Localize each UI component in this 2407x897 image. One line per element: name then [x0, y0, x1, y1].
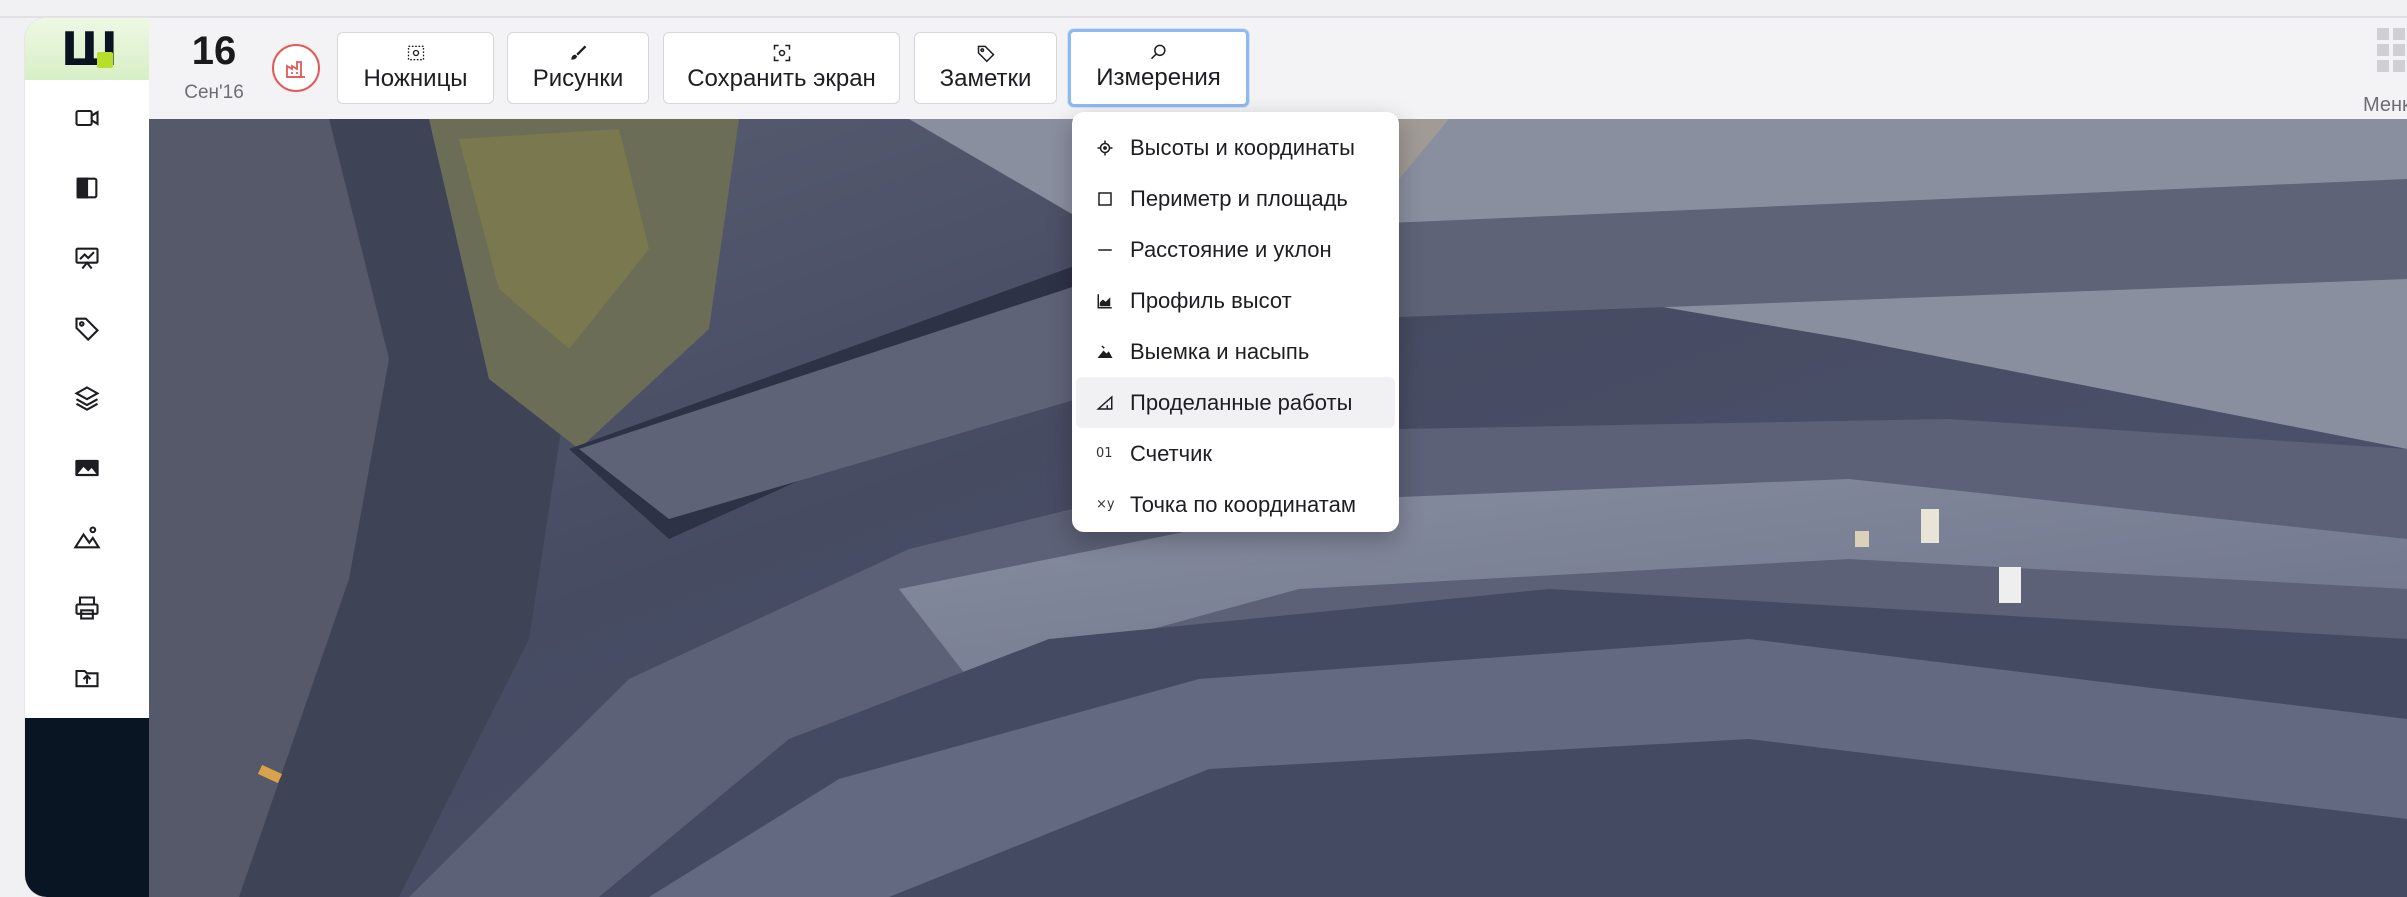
tag-icon [75, 317, 99, 342]
scissors-label: Ножницы [363, 65, 468, 92]
xy-icon: ×y [1096, 497, 1115, 512]
sidebar-item-tags[interactable] [65, 306, 109, 350]
printer-icon [75, 596, 99, 620]
menu-item-label: Расстояние и уклон [1130, 236, 1332, 262]
presentation-chart-icon [75, 247, 99, 270]
sidebar-item-compare[interactable] [65, 166, 109, 210]
crosshair-icon [1097, 140, 1113, 155]
folder-upload-icon [75, 669, 99, 688]
save-screen-label: Сохранить экран [687, 65, 876, 92]
save-screen-button[interactable]: Сохранить экран [663, 32, 900, 104]
scissors-screenshot-icon [407, 45, 424, 61]
toolbar: 16 Сен'16 Ножницы Рисунки Сохранить экра… [149, 18, 2407, 119]
menu-item-label: Счетчик [1130, 440, 1213, 466]
drawings-label: Рисунки [532, 65, 624, 92]
grid-menu-icon [2377, 28, 2407, 72]
menu-item-distance-slope[interactable]: Расстояние и уклон [1076, 224, 1395, 275]
app-logo[interactable]: Ш [25, 18, 149, 80]
sidebar-item-images[interactable] [65, 446, 109, 490]
sidebar-item-presentation[interactable] [65, 236, 109, 280]
menu-item-cut-fill[interactable]: Выемка и насыпь [1076, 326, 1395, 377]
slope-icon [1096, 394, 1113, 410]
date-widget[interactable]: 16 Сен'16 [179, 28, 249, 104]
menu-item-heights-coordinates[interactable]: Высоты и координаты [1076, 122, 1395, 173]
measurements-menu: Высоты и координаты Периметр и площадь Р… [1072, 112, 1399, 532]
menu-item-counter[interactable]: 01 Счетчик [1076, 428, 1395, 479]
main-menu-button[interactable]: Менк [2359, 28, 2407, 116]
mountains-icon [73, 526, 101, 549]
sidebar-item-terrain[interactable] [65, 516, 109, 560]
sidebar-item-upload[interactable] [65, 656, 109, 700]
counter-icon: 01 [1096, 446, 1113, 461]
layers-icon [74, 386, 100, 411]
sidebar-footer [25, 718, 149, 897]
area-chart-icon [1097, 293, 1112, 308]
notes-label: Заметки [939, 65, 1032, 92]
menu-item-label: Профиль высот [1130, 287, 1292, 313]
main-menu-label: Менк [2363, 94, 2407, 116]
cut-fill-icon [1097, 344, 1113, 358]
menu-item-label: Проделанные работы [1130, 389, 1353, 415]
sidebar: Ш [25, 18, 149, 897]
square-icon [1098, 191, 1112, 206]
sidebar-item-print[interactable] [65, 586, 109, 630]
menu-item-label: Периметр и площадь [1130, 185, 1348, 211]
sidebar-item-layers[interactable] [65, 376, 109, 420]
video-icon [75, 109, 99, 127]
brush-icon [571, 45, 587, 60]
notes-button[interactable]: Заметки [914, 32, 1057, 104]
sidebar-item-video[interactable] [65, 96, 109, 140]
tag-icon [977, 45, 995, 63]
menu-item-label: Высоты и координаты [1130, 134, 1355, 160]
date-day: 16 [191, 29, 237, 73]
menu-item-perimeter-area[interactable]: Периметр и площадь [1076, 173, 1395, 224]
measure-search-icon [1150, 44, 1166, 60]
menu-item-label: Точка по координатам [1130, 491, 1356, 517]
logo-accent [97, 52, 113, 68]
line-icon [1098, 248, 1112, 251]
menu-item-label: Выемка и насыпь [1130, 338, 1310, 364]
factory-icon [286, 61, 305, 78]
logo-mark: Ш [61, 26, 118, 72]
scissors-button[interactable]: Ножницы [337, 32, 494, 104]
drawings-button[interactable]: Рисунки [507, 32, 649, 104]
site-alert-button[interactable] [272, 44, 320, 92]
compare-icon [76, 177, 98, 199]
measurements-label: Измерения [1096, 64, 1221, 91]
date-month: Сен'16 [184, 82, 244, 103]
menu-item-elevation-profile[interactable]: Профиль высот [1076, 275, 1395, 326]
image-icon [75, 459, 99, 477]
menu-item-work-done[interactable]: Проделанные работы [1076, 377, 1395, 428]
measurements-button[interactable]: Измерения [1068, 29, 1249, 107]
menu-item-point-by-coordinates[interactable]: ×y Точка по координатам [1076, 479, 1395, 530]
screen-capture-icon [773, 44, 790, 62]
